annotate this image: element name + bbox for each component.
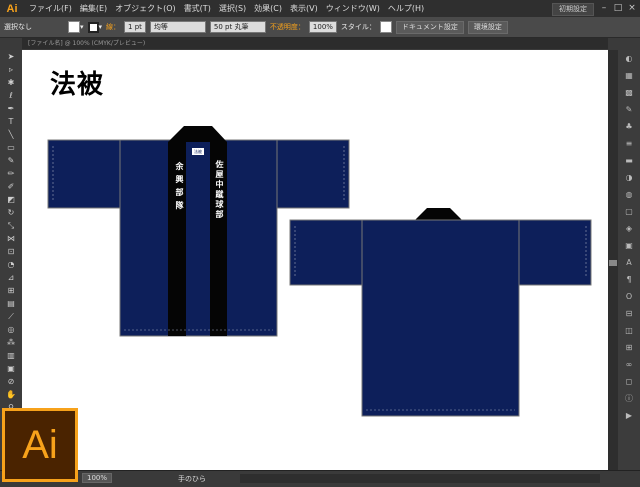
pathfinder-icon[interactable]: ◫: [618, 322, 640, 339]
rectangle-icon[interactable]: ▭: [0, 141, 22, 154]
eyedropper-icon[interactable]: ⟋: [0, 310, 22, 323]
front-right-lettering: 佐屋中蹴球部: [215, 160, 224, 220]
opacity-field[interactable]: 100%: [308, 21, 337, 33]
stroke-profile-field[interactable]: 均等: [149, 21, 206, 33]
menu-file[interactable]: ファイル(F): [29, 3, 72, 14]
vertical-scrollbar[interactable]: [608, 50, 618, 470]
artboards-icon[interactable]: ▣: [618, 237, 640, 254]
transparency-icon[interactable]: ◑: [618, 169, 640, 186]
transform-icon[interactable]: ⊞: [618, 339, 640, 356]
menu-help[interactable]: ヘルプ(H): [388, 3, 424, 14]
menu-window[interactable]: ウィンドウ(W): [326, 3, 380, 14]
close-button[interactable]: ×: [626, 2, 638, 14]
color-guide-icon[interactable]: ▦: [618, 67, 640, 84]
slice-icon[interactable]: ⊘: [0, 375, 22, 388]
menu-bar: Ai ファイル(F) 編集(E) オブジェクト(O) 書式(T) 選択(S) 効…: [0, 0, 640, 17]
horizontal-scrollbar[interactable]: [240, 474, 600, 483]
minimize-button[interactable]: –: [598, 2, 610, 14]
stroke-icon[interactable]: ≡: [618, 135, 640, 152]
free-transform-icon[interactable]: ⊡: [0, 245, 22, 258]
gradient-icon[interactable]: ▤: [0, 297, 22, 310]
symbols-icon[interactable]: ♣: [618, 118, 640, 135]
document-tab[interactable]: [ファイル名] @ 100% (CMYK/プレビュー): [22, 38, 608, 49]
actions-icon[interactable]: ▶: [618, 407, 640, 424]
menu-edit[interactable]: 編集(E): [80, 3, 107, 14]
graphic-styles-icon[interactable]: ▢: [618, 203, 640, 220]
preferences-button[interactable]: 環境設定: [467, 20, 508, 34]
width-icon[interactable]: ⋈: [0, 232, 22, 245]
zoom-field[interactable]: 100%: [82, 473, 113, 483]
menu-type[interactable]: 書式(T): [184, 3, 211, 14]
symbol-sprayer-icon[interactable]: ⁂: [0, 336, 22, 349]
type-icon[interactable]: T: [0, 115, 22, 128]
document-setup-button[interactable]: ドキュメント設定: [395, 20, 464, 34]
rotate-icon[interactable]: ↻: [0, 206, 22, 219]
lasso-icon[interactable]: ℓ: [0, 89, 22, 102]
current-tool-label: 手のひら: [178, 475, 206, 483]
hand-icon[interactable]: ✋: [0, 388, 22, 401]
fill-swatch[interactable]: ▾: [68, 21, 84, 33]
graph-icon[interactable]: ▥: [0, 349, 22, 362]
mesh-icon[interactable]: ⊞: [0, 284, 22, 297]
stroke-weight-field[interactable]: 1 pt: [124, 21, 146, 33]
selection-tool-icon[interactable]: ➤: [0, 50, 22, 63]
color-panel-icon[interactable]: ◐: [618, 50, 640, 67]
style-swatch[interactable]: [379, 21, 392, 33]
gradient-panel-icon[interactable]: ▬: [618, 152, 640, 169]
opacity-label: 不透明度：: [269, 23, 305, 31]
happi-back: [289, 208, 592, 417]
selection-status: 選択なし: [4, 23, 32, 31]
align-icon[interactable]: ⊟: [618, 305, 640, 322]
happi-illustration: [47, 126, 592, 417]
info-icon[interactable]: ⓘ: [618, 390, 640, 407]
direct-selection-icon[interactable]: ▹: [0, 63, 22, 76]
front-left-lettering: 余興部隊: [175, 162, 184, 214]
shape-builder-icon[interactable]: ◔: [0, 258, 22, 271]
scale-icon[interactable]: ⤡: [0, 219, 22, 232]
menu-view[interactable]: 表示(V): [290, 3, 318, 14]
status-bar: 100% 手のひら: [0, 470, 640, 487]
control-bar: 選択なし ▾ ▾ 線： 1 pt 均等 50 pt 丸筆 不透明度： 100% …: [0, 17, 640, 38]
brushes-icon[interactable]: ✎: [618, 101, 640, 118]
menu-effect[interactable]: 効果(C): [254, 3, 282, 14]
workspace-switcher[interactable]: 初期設定: [552, 3, 594, 16]
paintbrush-icon[interactable]: ✎: [0, 154, 22, 167]
character-icon[interactable]: A: [618, 254, 640, 271]
pencil-icon[interactable]: ✏: [0, 167, 22, 180]
artboard-canvas[interactable]: 法被 法被 余興部隊 佐屋中蹴球部: [22, 50, 608, 470]
collar-tag: 法被: [194, 149, 202, 154]
magic-wand-icon[interactable]: ✱: [0, 76, 22, 89]
navigator-icon[interactable]: ◻: [618, 373, 640, 390]
appearance-icon[interactable]: ◍: [618, 186, 640, 203]
stroke-label: 線：: [106, 23, 121, 31]
blend-icon[interactable]: ◎: [0, 323, 22, 336]
stroke-swatch[interactable]: ▾: [87, 21, 102, 33]
line-icon[interactable]: ╲: [0, 128, 22, 141]
panel-dock: ◐ ▦ ▩ ✎ ♣ ≡ ▬ ◑ ◍ ▢ ◈ ▣ A ¶ O ⊟ ◫ ⊞ ∞ ◻ …: [618, 50, 640, 470]
menu-select[interactable]: 選択(S): [219, 3, 246, 14]
swatches-icon[interactable]: ▩: [618, 84, 640, 101]
opentype-icon[interactable]: O: [618, 288, 640, 305]
app-logo-icon: Ai: [6, 2, 18, 15]
scroll-thumb[interactable]: [609, 260, 617, 266]
paragraph-icon[interactable]: ¶: [618, 271, 640, 288]
links-icon[interactable]: ∞: [618, 356, 640, 373]
eraser-icon[interactable]: ◩: [0, 193, 22, 206]
perspective-icon[interactable]: ⊿: [0, 271, 22, 284]
tools-panel: ➤ ▹ ✱ ℓ ✒ T ╲ ▭ ✎ ✏ ✐ ◩ ↻ ⤡ ⋈ ⊡ ◔ ⊿ ⊞ ▤ …: [0, 50, 22, 450]
pen-icon[interactable]: ✒: [0, 102, 22, 115]
style-label: スタイル：: [340, 23, 376, 31]
menu-object[interactable]: オブジェクト(O): [115, 3, 176, 14]
artboard-icon[interactable]: ▣: [0, 362, 22, 375]
maximize-button[interactable]: □: [612, 2, 624, 14]
brush-field[interactable]: 50 pt 丸筆: [209, 21, 266, 33]
illustrator-logo: Ai: [2, 408, 78, 482]
layers-icon[interactable]: ◈: [618, 220, 640, 237]
blob-brush-icon[interactable]: ✐: [0, 180, 22, 193]
